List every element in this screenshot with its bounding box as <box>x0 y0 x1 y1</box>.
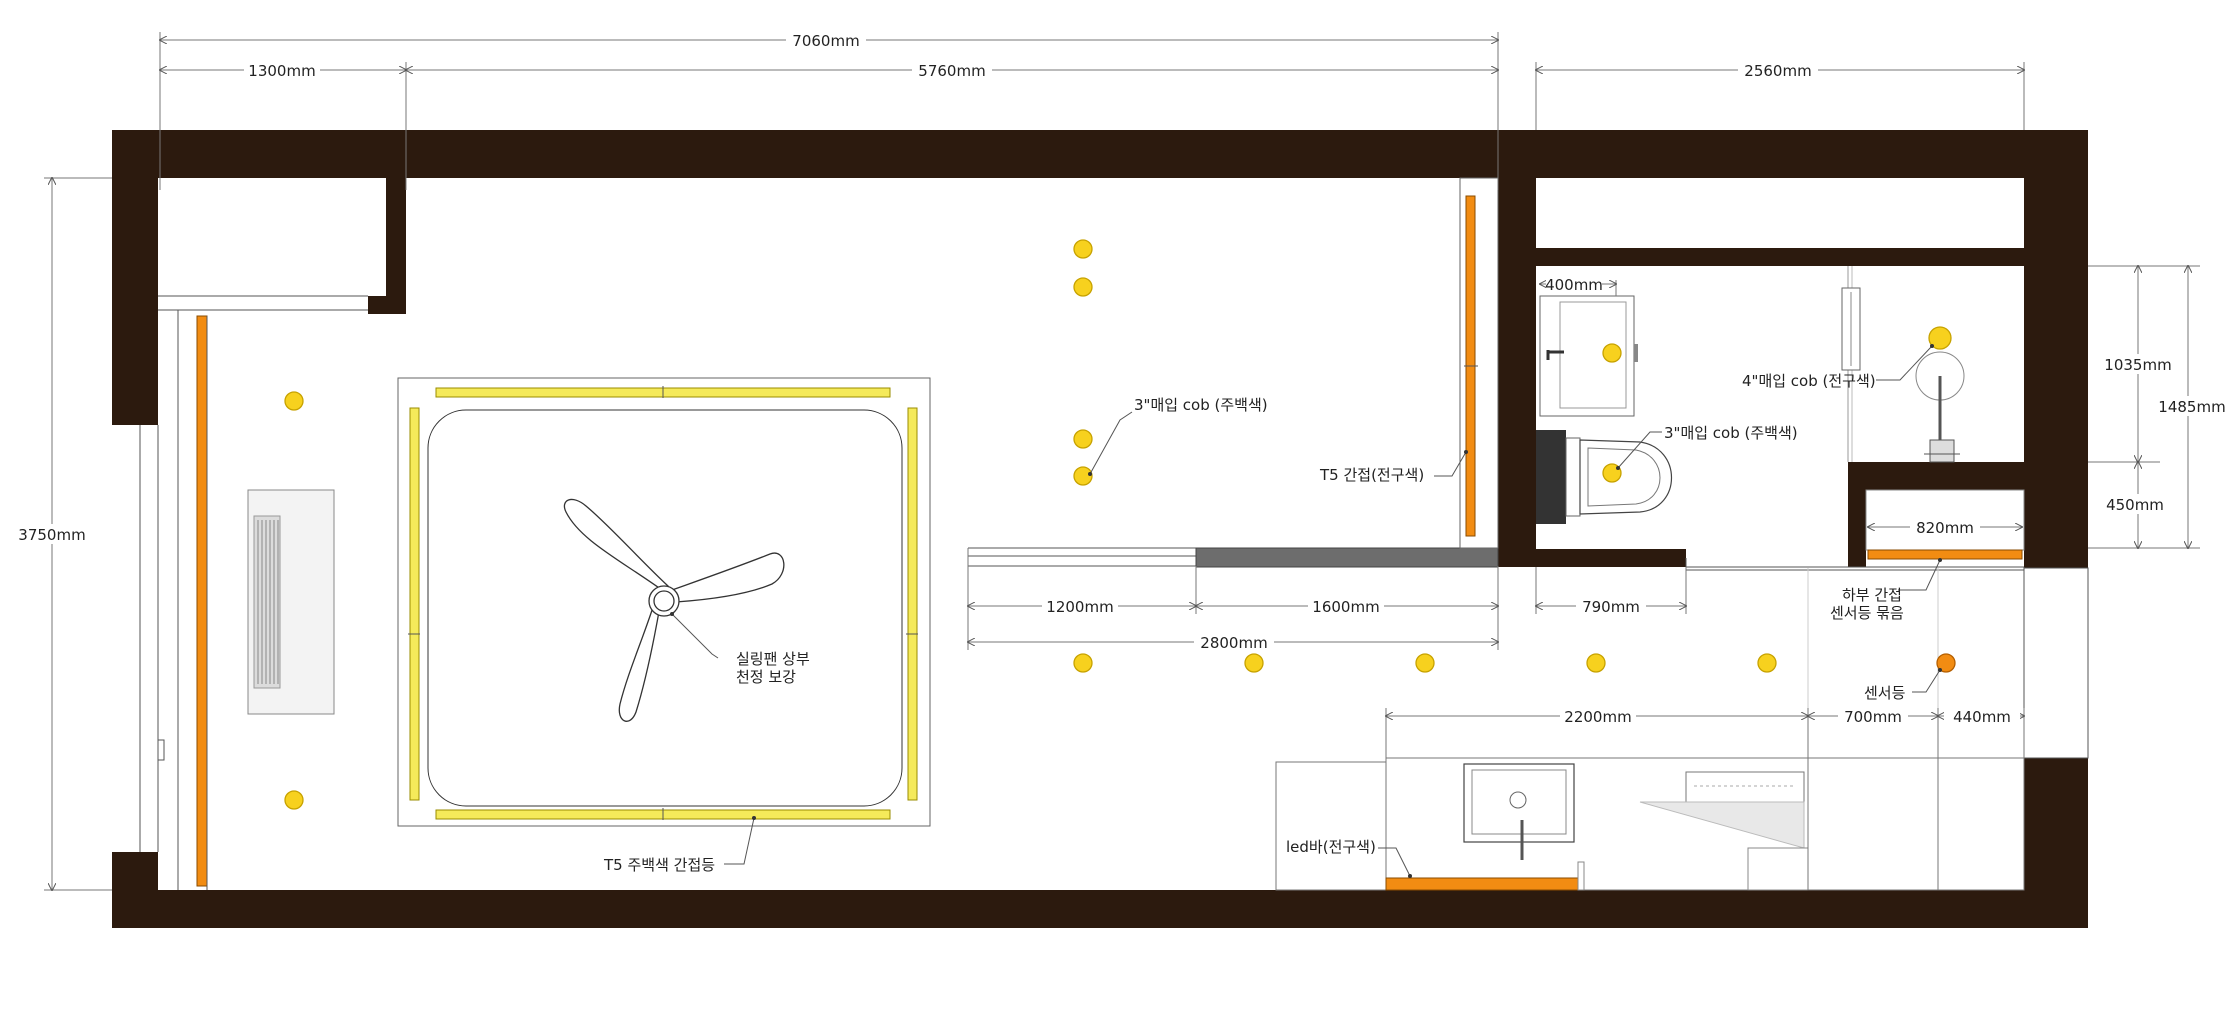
label-cob-3-bath: 3"매입 cob (주백색) <box>1664 424 1798 442</box>
toilet-tank <box>1536 430 1566 524</box>
partition-door-track <box>968 547 1499 568</box>
label-lower-line2: 센서등 묶음 <box>1830 604 1904 622</box>
downlight <box>1586 653 1606 673</box>
downlight <box>1073 277 1093 297</box>
downlight <box>1073 653 1093 673</box>
door-handle <box>157 739 165 761</box>
fridge <box>1807 757 1939 891</box>
bottom-wall <box>112 890 2088 928</box>
label-cob-3-main: 3"매입 cob (주백색) <box>1134 396 1268 414</box>
dim-room-height-label: 3750mm <box>18 526 85 544</box>
dim-counter-label: 2200mm <box>1564 708 1631 726</box>
left-cove-strip <box>196 315 208 887</box>
downlight <box>284 391 304 411</box>
dim-bath-total-label: 1485mm <box>2158 398 2225 416</box>
downlight <box>1602 463 1622 483</box>
air-conditioner <box>247 489 335 715</box>
downlight <box>1928 326 1952 350</box>
label-t5-cove: T5 주백색 간접등 <box>603 856 715 874</box>
floor-plan: 7060mm 1300mm 5760mm 2560mm 3750mm 400mm… <box>14 30 2230 928</box>
dim-right-width-label: 2560mm <box>1744 62 1811 80</box>
dim-bath-height-label: 1035mm <box>2104 356 2171 374</box>
downlight <box>1602 343 1622 363</box>
dim-door-total-label: 2800mm <box>1200 634 1267 652</box>
sensor-light <box>1936 653 1956 673</box>
closet <box>1937 757 2025 891</box>
t5-indirect-strip <box>1459 177 1499 549</box>
dim-total-width-label: 7060mm <box>792 32 859 50</box>
shelf-wall-h <box>1848 462 2024 490</box>
top-wall <box>112 130 2088 178</box>
ceiling-fan <box>563 498 785 722</box>
downlight <box>284 790 304 810</box>
left-box-wall-h <box>368 296 406 314</box>
right-wall-lower <box>2024 758 2088 928</box>
label-cob-4-bath: 4"매입 cob (전구색) <box>1742 372 1876 390</box>
label-lower-line1: 하부 간접 <box>1842 586 1902 604</box>
cove-right <box>907 407 918 801</box>
left-box-wall-v <box>386 178 406 314</box>
downlight <box>1244 653 1264 673</box>
dim-door-b-label: 1600mm <box>1312 598 1379 616</box>
partition-wall <box>1498 130 1536 567</box>
dim-left-width-label: 1300mm <box>248 62 315 80</box>
led-bar <box>1385 877 1579 891</box>
lights <box>284 239 1952 810</box>
lower-cove-strip <box>1867 549 2023 560</box>
cove-left <box>409 407 420 801</box>
dim-shelf-width-label: 820mm <box>1916 519 1974 537</box>
label-fan-line2: 천정 보강 <box>736 668 796 686</box>
downlight <box>1073 429 1093 449</box>
sliding-door <box>1195 547 1499 568</box>
dim-sink-width-label: 400mm <box>1545 276 1603 294</box>
dim-main-width-label: 5760mm <box>918 62 985 80</box>
dim-shelf-height-label: 450mm <box>2106 496 2164 514</box>
bath-bottom-wall <box>1536 549 1686 567</box>
stove <box>1685 771 1805 803</box>
dim-door-a-label: 1200mm <box>1046 598 1113 616</box>
downlight <box>1757 653 1777 673</box>
label-sensor: 센서등 <box>1864 684 1906 702</box>
label-t5-indirect: T5 간접(전구색) <box>1319 466 1424 484</box>
dim-closet-label: 440mm <box>1953 708 2011 726</box>
dim-fridge-label: 700mm <box>1844 708 1902 726</box>
bath-top-beam <box>1536 248 2024 266</box>
label-led-bar: led바(전구색) <box>1286 838 1376 856</box>
downlight <box>1415 653 1435 673</box>
left-wall-upper <box>112 130 158 425</box>
kitchen <box>1275 568 2025 891</box>
left-wall-lower <box>112 852 158 928</box>
label-fan-line1: 실링팬 상부 <box>736 650 810 668</box>
downlight <box>1073 466 1093 486</box>
downlight <box>1073 239 1093 259</box>
dim-bath-door-label: 790mm <box>1582 598 1640 616</box>
bath-right-wall <box>2024 130 2088 568</box>
counter-left <box>1275 761 1387 891</box>
